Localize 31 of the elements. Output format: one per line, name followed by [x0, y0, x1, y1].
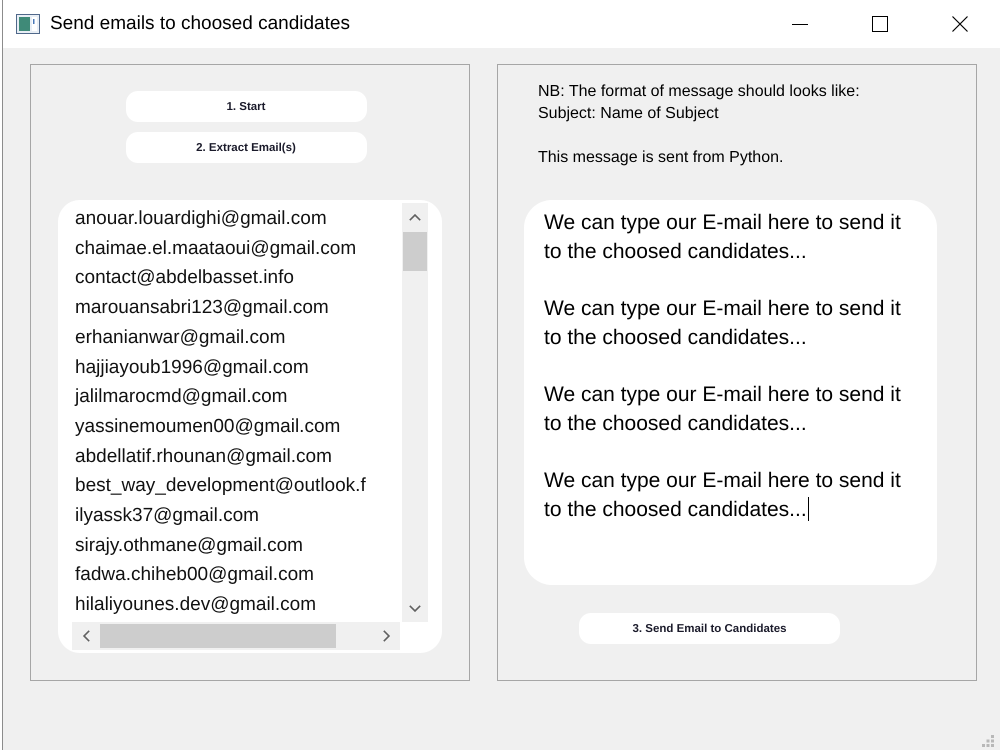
email-list-item[interactable]: fadwa.chiheb00@gmail.com	[75, 560, 314, 590]
email-list-item[interactable]: marouansabri123@gmail.com	[75, 293, 329, 323]
maximize-icon	[872, 16, 888, 32]
resize-grip-icon	[982, 735, 994, 747]
email-list-item[interactable]: hilaliyounes.dev@gmail.com	[75, 590, 316, 620]
email-list-item[interactable]: ilyassk37@gmail.com	[75, 501, 260, 531]
chevron-right-icon	[382, 630, 390, 642]
close-icon	[952, 16, 968, 32]
action-button[interactable]: 2. Extract Email(s)	[126, 132, 366, 163]
chevron-left-icon	[82, 630, 90, 642]
email-list-item[interactable]: best_way_development@outlook.f	[75, 471, 366, 502]
app-window-icon	[16, 14, 40, 34]
send-button[interactable]: 3. Send Email to Candidates	[579, 613, 840, 644]
email-list-item[interactable]: abdellatif.rhounan@gmail.com	[75, 442, 332, 472]
chevron-up-icon	[409, 214, 421, 220]
email-list-item[interactable]: erhanianwar@gmail.com	[75, 322, 286, 353]
email-list-item[interactable]: jalilmarocmd@gmail.com	[75, 382, 288, 412]
scrollbar-thumb[interactable]	[100, 624, 336, 648]
email-list-item[interactable]: chaimae.el.maataoui@gmail.com	[75, 234, 356, 264]
message-textarea[interactable]: We can type our E-mail here to send it to the choosed candidates... We can type our E-mail here to send it to the choosed candidates... We can type our E-mail here to send it to the choosed candidates... We can type our E-mail here to send it to the choosed candidates...	[524, 200, 937, 585]
format-note: NB: The format of message should looks like: Subject: Name of Subject This message is sent from Python.	[538, 82, 860, 168]
scrollbar-thumb[interactable]	[403, 232, 427, 271]
window-title: Send emails to choosed candidates	[50, 13, 350, 35]
email-list-item[interactable]: sirajy.othmane@gmail.com	[75, 530, 304, 560]
email-list-item[interactable]: yassinemoumen00@gmail.com	[75, 412, 340, 442]
email-listbox[interactable]	[58, 200, 442, 653]
chevron-down-icon	[409, 604, 421, 612]
action-button[interactable]: 1. Start	[126, 91, 366, 122]
email-list-item[interactable]: anouar.louardighi@gmail.com	[75, 204, 327, 234]
email-list-item[interactable]: hajjiayoub1996@gmail.com	[75, 352, 309, 382]
email-list-item[interactable]: contact@abdelbasset.info	[75, 263, 294, 294]
